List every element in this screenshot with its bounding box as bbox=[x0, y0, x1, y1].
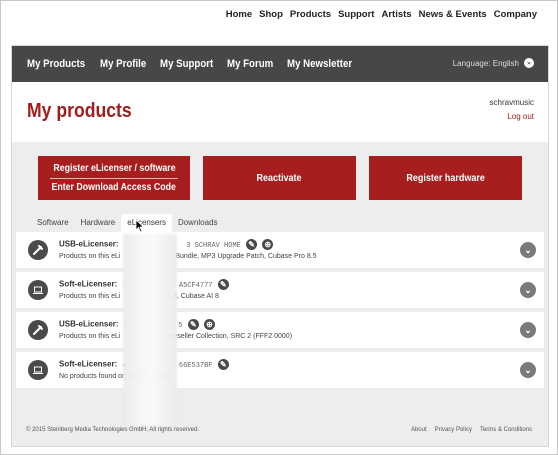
account-panel: My Products My Profile My Support My For… bbox=[11, 45, 549, 447]
elicenser-serial-end: 66E537BF bbox=[178, 361, 213, 370]
subnav-my-forum[interactable]: My Forum bbox=[227, 58, 273, 70]
chevron-down-icon[interactable]: ⌄ bbox=[520, 322, 536, 338]
list-item[interactable]: USB-eLicenser: 8 5 ✎ ⊕ Products on this … bbox=[16, 312, 544, 348]
language-selector[interactable]: Language: English ⌄ bbox=[453, 58, 534, 68]
register-elicenser-button[interactable]: Register eLicenser / software Enter Down… bbox=[38, 156, 190, 200]
username-label: schravmusic bbox=[489, 98, 534, 107]
tab-hardware[interactable]: Hardware bbox=[75, 214, 122, 232]
nav-home[interactable]: Home bbox=[226, 9, 252, 20]
register-hardware-label: Register hardware bbox=[406, 172, 485, 184]
laptop-icon bbox=[28, 280, 48, 300]
page-title: My products bbox=[27, 100, 132, 122]
button-divider bbox=[50, 177, 178, 179]
elicenser-type: USB-eLicenser: bbox=[59, 319, 119, 329]
chevron-down-icon[interactable]: ⌄ bbox=[520, 282, 536, 298]
account-subnav: My Products My Profile My Support My For… bbox=[12, 46, 548, 82]
usb-key-icon bbox=[28, 240, 48, 260]
subnav-my-newsletter[interactable]: My Newsletter bbox=[287, 58, 352, 70]
chevron-down-icon[interactable]: ⌄ bbox=[520, 362, 536, 378]
nav-news-events[interactable]: News & Events bbox=[419, 9, 487, 20]
products-prefix: Products on this eLi bbox=[59, 293, 121, 300]
elicenser-serial-end: 5 bbox=[178, 321, 183, 330]
products-list: tico Bundle, MP3 Upgrade Patch, Cubase P… bbox=[162, 253, 317, 260]
elicenser-products: Products on this eLi tico Bundle, MP3 Upg… bbox=[59, 253, 317, 260]
product-tabs: Software Hardware eLicensers Downloads bbox=[31, 214, 224, 232]
subnav-my-profile[interactable]: My Profile bbox=[100, 58, 146, 70]
list-item[interactable]: Soft-eLicenser: 4 66E537BF ✎ No products… bbox=[16, 352, 544, 388]
tab-downloads[interactable]: Downloads bbox=[172, 214, 224, 232]
nav-products[interactable]: Products bbox=[290, 9, 331, 20]
top-navigation: Home Shop Products Support Artists News … bbox=[226, 9, 537, 20]
elicenser-type: Soft-eLicenser: bbox=[59, 359, 118, 369]
language-label: Language: English bbox=[452, 58, 519, 68]
subnav-my-support[interactable]: My Support bbox=[160, 58, 213, 70]
nav-company[interactable]: Company bbox=[494, 9, 537, 20]
crosshair-icon[interactable]: ⊕ bbox=[203, 319, 215, 330]
list-item[interactable]: Soft-eLicenser: 7 A5CF4777 ✎ Products on… bbox=[16, 272, 544, 308]
enter-download-code-label[interactable]: Enter Download Access Code bbox=[52, 182, 176, 193]
browser-frame: Home Shop Products Support Artists News … bbox=[0, 0, 558, 455]
elicenser-list: USB-eLicenser: 1 3 SCHRAV HOME ✎ ⊕ Produ… bbox=[16, 232, 544, 392]
usb-key-icon bbox=[28, 320, 48, 340]
page-header: My products schravmusic Log out bbox=[12, 82, 548, 142]
chevron-down-icon: ⌄ bbox=[524, 58, 534, 68]
tab-software[interactable]: Software bbox=[31, 214, 75, 232]
laptop-icon bbox=[28, 360, 48, 380]
subnav-my-products[interactable]: My Products bbox=[27, 58, 85, 70]
reactivate-label: Reactivate bbox=[256, 172, 303, 184]
footer-links: About Privacy Policy Terms & Conditions bbox=[411, 427, 532, 433]
edit-icon[interactable]: ✎ bbox=[187, 319, 199, 330]
nav-support[interactable]: Support bbox=[338, 9, 374, 20]
nav-shop[interactable]: Shop bbox=[259, 9, 283, 20]
redaction-blur bbox=[123, 234, 177, 426]
tab-elicensers[interactable]: eLicensers bbox=[121, 214, 172, 232]
register-hardware-button[interactable]: Register hardware bbox=[369, 156, 522, 200]
copyright-text: © 2015 Steinberg Media Technologies GmbH… bbox=[26, 427, 200, 433]
page-footer: © 2015 Steinberg Media Technologies GmbH… bbox=[12, 416, 548, 446]
edit-icon[interactable]: ✎ bbox=[217, 359, 229, 370]
elicenser-type: USB-eLicenser: bbox=[59, 239, 119, 249]
chevron-down-icon[interactable]: ⌄ bbox=[520, 242, 536, 258]
elicenser-serial-end: 3 SCHRAV HOME bbox=[186, 241, 241, 250]
nav-artists[interactable]: Artists bbox=[381, 9, 411, 20]
footer-link-privacy[interactable]: Privacy Policy bbox=[435, 427, 472, 433]
crosshair-icon[interactable]: ⊕ bbox=[262, 239, 274, 250]
edit-icon[interactable]: ✎ bbox=[217, 279, 229, 290]
list-item[interactable]: USB-eLicenser: 1 3 SCHRAV HOME ✎ ⊕ Produ… bbox=[16, 232, 544, 268]
logout-link[interactable]: Log out bbox=[507, 112, 534, 121]
elicenser-type: Soft-eLicenser: bbox=[59, 279, 118, 289]
reactivate-button[interactable]: Reactivate bbox=[203, 156, 356, 200]
products-list: g Reseller Collection, SRC 2 (FFF2 0000) bbox=[162, 333, 293, 340]
footer-link-about[interactable]: About bbox=[411, 427, 427, 433]
products-prefix: Products on this eLi bbox=[59, 333, 121, 340]
register-elicenser-label: Register eLicenser / software bbox=[52, 162, 176, 174]
edit-icon[interactable]: ✎ bbox=[246, 239, 258, 250]
footer-link-terms[interactable]: Terms & Conditions bbox=[480, 427, 532, 433]
mouse-cursor-icon bbox=[135, 219, 145, 233]
products-prefix: Products on this eLi bbox=[59, 253, 121, 260]
elicenser-serial-end: A5CF4777 bbox=[178, 281, 213, 290]
